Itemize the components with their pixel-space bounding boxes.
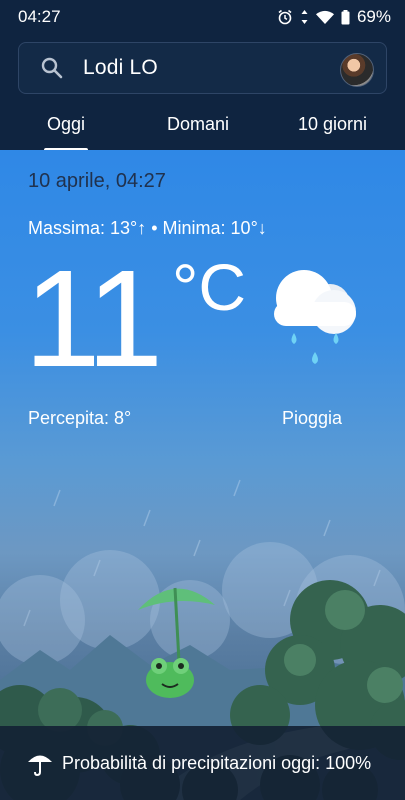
tab-10-days[interactable]: 10 giorni bbox=[298, 114, 367, 135]
day-tabs: Oggi Domani 10 giorni bbox=[0, 102, 405, 152]
temperature-unit: °C bbox=[172, 250, 247, 324]
tab-tomorrow[interactable]: Domani bbox=[167, 114, 229, 135]
umbrella-icon bbox=[26, 749, 54, 777]
avatar[interactable] bbox=[340, 53, 374, 87]
date-time: 10 aprile, 04:27 bbox=[28, 170, 166, 192]
tab-today[interactable]: Oggi bbox=[43, 114, 89, 152]
battery-icon bbox=[341, 9, 350, 25]
max-min-temperature: Massima: 13°↑ • Minima: 10°↓ bbox=[28, 218, 267, 238]
precipitation-chance: Probabilità di precipitazioni oggi: 100% bbox=[62, 753, 372, 773]
status-bar: 04:27 69% bbox=[0, 0, 405, 34]
weather-panel: 10 aprile, 04:27 Massima: 13°↑ • Minima:… bbox=[0, 150, 405, 800]
location-search-bar[interactable]: Lodi LO bbox=[18, 42, 387, 94]
precipitation-banner: Probabilità di precipitazioni oggi: 100% bbox=[0, 726, 405, 800]
app-header: Lodi LO Oggi Domani 10 giorni bbox=[0, 34, 405, 152]
wifi-icon bbox=[315, 10, 334, 25]
data-arrows-icon bbox=[300, 9, 309, 25]
location-name[interactable]: Lodi LO bbox=[83, 56, 158, 80]
current-temperature: 11 bbox=[24, 242, 163, 396]
battery-level: 69% bbox=[356, 7, 391, 26]
rain-cloud-icon bbox=[268, 266, 364, 376]
feels-like: Percepita: 8° bbox=[28, 408, 132, 428]
alarm-icon bbox=[277, 9, 293, 25]
status-time: 04:27 bbox=[18, 7, 61, 26]
weather-condition: Pioggia bbox=[282, 408, 343, 428]
search-icon[interactable] bbox=[39, 55, 65, 81]
